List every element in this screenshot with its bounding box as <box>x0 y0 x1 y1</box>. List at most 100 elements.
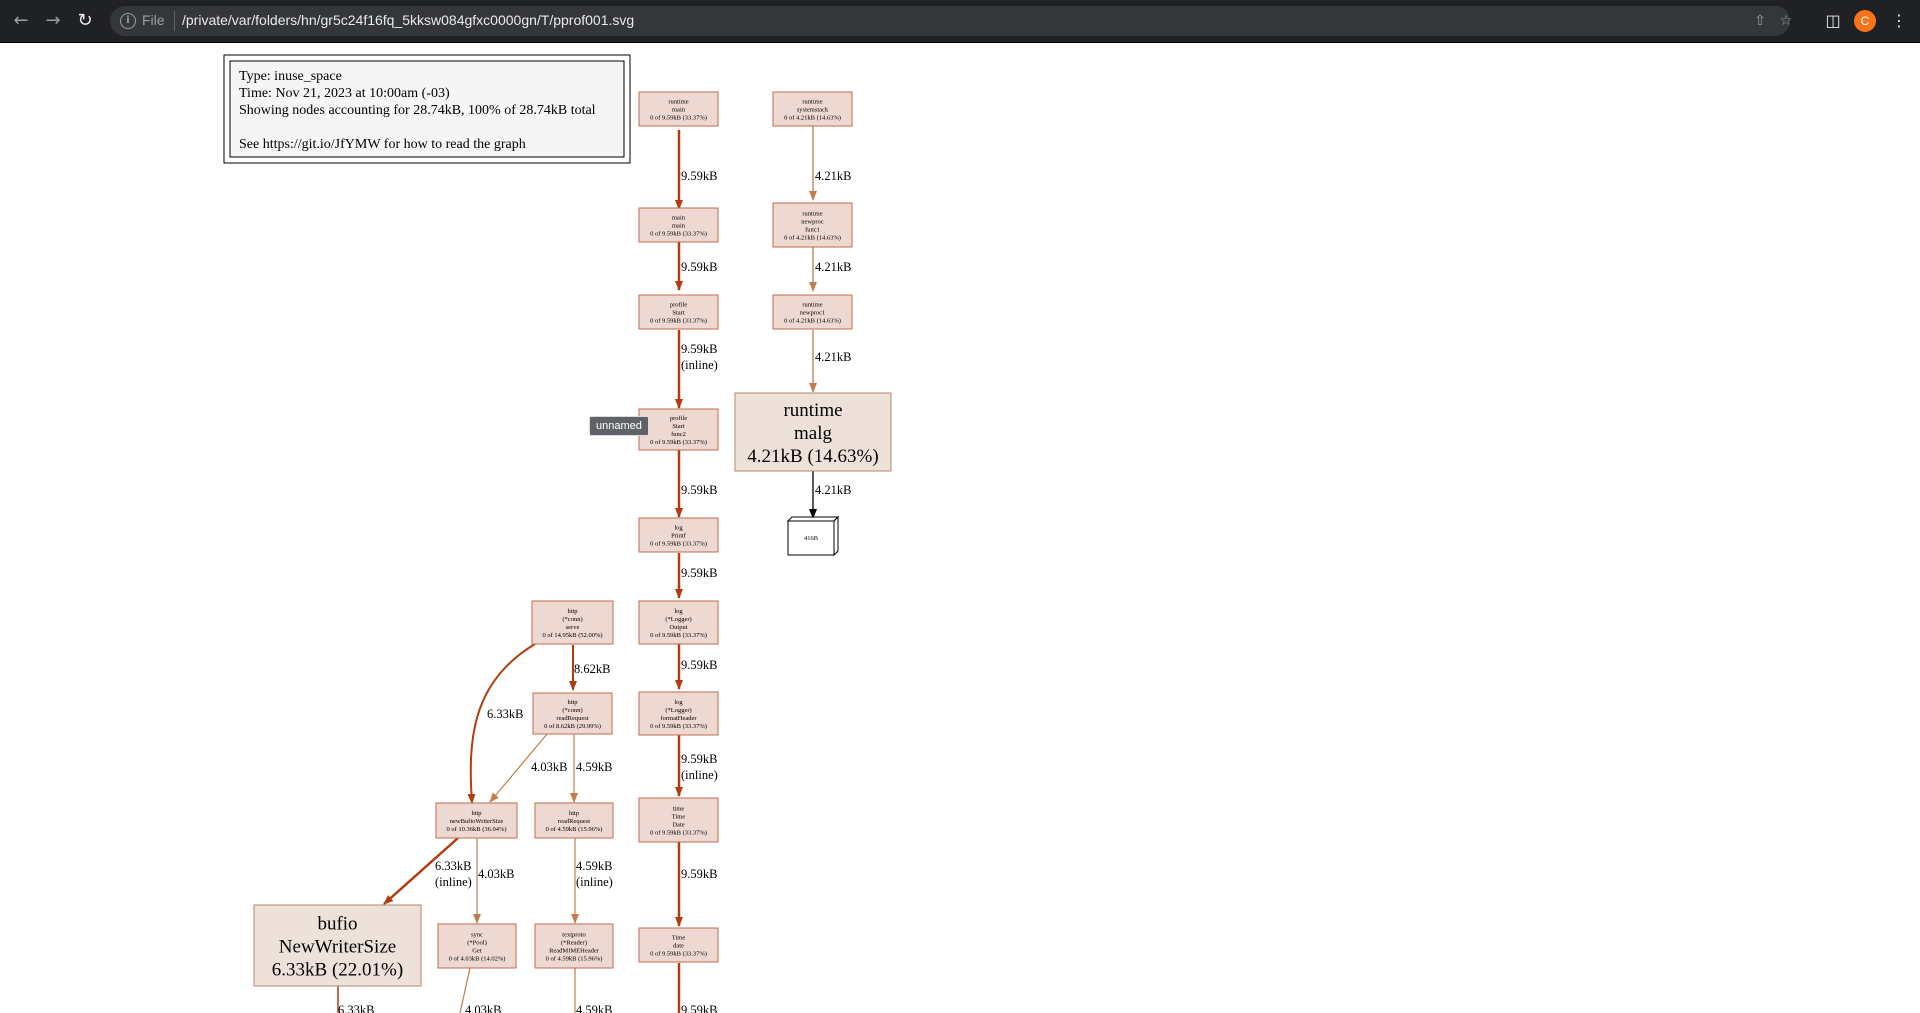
address-bar[interactable]: i File /private/var/folders/hn/gr5c24f16… <box>110 6 1792 36</box>
edge-label: 4.21kB <box>815 260 851 274</box>
share-icon[interactable]: ⇧ <box>1750 11 1770 31</box>
node-label-line: malg <box>794 423 832 444</box>
edge-serve-to-newbufiowritersize[interactable] <box>467 643 536 804</box>
node-label-line: date <box>673 942 684 949</box>
edge-label: 8.62kB <box>574 662 610 676</box>
edge-label-text: 6.33kB <box>435 859 471 873</box>
node-sync-pool-get[interactable]: sync(*Pool)Get0 of 4.03kB (14.02%) <box>437 923 517 969</box>
node-textproto-readmimeheader[interactable]: textproto(*Reader)ReadMIMEHeader0 of 4.5… <box>534 923 614 969</box>
node-profile-start[interactable]: profileStart0 of 9.59kB (33.37%) <box>638 294 719 330</box>
allocation-size-label: 416B <box>804 535 819 542</box>
edge-label-text: 4.59kB <box>576 760 612 774</box>
node-label-line: func2 <box>671 431 686 438</box>
node-label-line: 0 of 4.03kB (14.02%) <box>449 955 506 962</box>
node-label-line: readRequest <box>558 818 590 825</box>
node-label-line: runtime <box>802 98 822 105</box>
browser-toolbar: ← → ↻ i File /private/var/folders/hn/gr5… <box>0 0 1920 43</box>
node-label-line: textproto <box>562 931 585 938</box>
node-label-line: 0 of 9.59kB (33.37%) <box>650 950 707 957</box>
edge-label: 9.59kB <box>681 1003 717 1013</box>
profile-avatar[interactable]: C <box>1854 10 1876 32</box>
node-http-readrequest[interactable]: httpreadRequest0 of 4.59kB (15.96%) <box>534 802 614 839</box>
node-label-line: func1 <box>805 226 820 233</box>
reload-button[interactable]: ↻ <box>71 7 99 35</box>
kebab-menu-icon[interactable]: ⋮ <box>1886 8 1912 34</box>
edge-label: 4.03kB <box>531 760 567 774</box>
node-bufio-newwritersize[interactable]: bufioNewWriterSize 6.33kB (22.01%) <box>253 904 422 987</box>
edge-label-text: 4.59kB <box>576 1003 612 1013</box>
edge-label-text: 9.59kB <box>681 342 717 356</box>
arrow-right-icon: → <box>45 10 61 31</box>
back-button[interactable]: ← <box>7 7 35 35</box>
edge-label-text: 4.21kB <box>815 260 851 274</box>
edge-label-text: 6.33kB <box>487 707 523 721</box>
node-label-line: runtime <box>668 98 688 105</box>
edge-label: 4.21kB <box>815 350 851 364</box>
legend-showing: Showing nodes accounting for 28.74kB, 10… <box>239 103 596 118</box>
node-label-line: 0 of 4.59kB (15.96%) <box>546 826 603 833</box>
edge-label: 9.59kB (inline) <box>681 342 718 372</box>
node-label-line: (*conn) <box>562 616 582 623</box>
node-label-line: bufio <box>317 913 357 934</box>
legend-type: Type: inuse_space <box>239 69 342 84</box>
node-label-line: main <box>672 222 686 229</box>
side-panel-icon[interactable]: ◫ <box>1820 8 1846 34</box>
edge-label: 9.59kB <box>681 169 717 183</box>
edge-label-text: 4.21kB <box>815 350 851 364</box>
node-label-line: formatHeader <box>660 715 697 722</box>
node-label-line: 0 of 4.21kB (14.63%) <box>784 114 841 121</box>
edge-label-text: 9.59kB <box>681 1003 717 1013</box>
forward-button[interactable]: → <box>39 7 67 35</box>
edge-label-text: 4.03kB <box>531 760 567 774</box>
node-label-line: ReadMIMEHeader <box>549 947 600 954</box>
node-label-line: 0 of 9.59kB (33.37%) <box>650 230 707 237</box>
node-http-conn-readrequest[interactable]: http(*conn)readRequest0 of 8.62kB (29.99… <box>532 692 613 735</box>
node-runtime-systemstack[interactable]: runtimesystemstack0 of 4.21kB (14.63%) <box>772 91 853 127</box>
node-runtime-malg[interactable]: runtimemalg4.21kB (14.63%) <box>734 392 892 472</box>
node-log-printf[interactable]: logPrintf0 of 9.59kB (33.37%) <box>638 517 719 553</box>
node-log-formatheader[interactable]: log(*Logger)formatHeader0 of 9.59kB (33.… <box>638 691 719 736</box>
node-label-line: Output <box>669 624 687 631</box>
node-label-line: newproc1 <box>800 309 826 316</box>
edge-label-text: 9.59kB <box>681 260 717 274</box>
reload-icon: ↻ <box>77 10 93 31</box>
node-label-line: profile <box>670 415 687 422</box>
tooltip: unnamed <box>589 416 649 436</box>
edge-label: 4.03kB <box>478 867 514 881</box>
star-icon[interactable]: ☆ <box>1776 11 1796 31</box>
edge-label-text: 4.21kB <box>815 483 851 497</box>
node-runtime-newproc1[interactable]: runtimenewproc10 of 4.21kB (14.63%) <box>772 294 853 330</box>
node-time-date[interactable]: timeTimeDate0 of 9.59kB (33.37%) <box>638 797 719 843</box>
edge-label-text: 9.59kB <box>681 169 717 183</box>
info-icon[interactable]: i <box>120 13 136 29</box>
edge-label: 9.59kB <box>681 483 717 497</box>
edge-label-text: 4.03kB <box>465 1003 501 1013</box>
node-label-line: Start <box>672 309 684 316</box>
edge-label: 6.33kB (inline) <box>435 859 472 889</box>
node-main-main[interactable]: mainmain0 of 9.59kB (33.37%) <box>638 207 719 243</box>
url-text[interactable]: /private/var/folders/hn/gr5c24f16fq_5kks… <box>182 12 634 28</box>
node-label-line: 0 of 4.21kB (14.63%) <box>784 234 841 241</box>
node-label-line: log <box>674 699 683 706</box>
node-time-date-lower[interactable]: Timedate0 of 9.59kB (33.37%) <box>638 927 719 963</box>
edge-label-text: (inline) <box>681 358 718 372</box>
edge-label-text: 9.59kB <box>681 867 717 881</box>
node-malg-allocation-box[interactable]: 416B <box>786 515 840 557</box>
node-log-output[interactable]: log(*Logger)Output0 of 9.59kB (33.37%) <box>638 600 719 645</box>
edge-label: 9.59kB <box>681 566 717 580</box>
edge-label-text: 6.33kB <box>338 1003 374 1013</box>
scheme-label: File <box>142 12 165 28</box>
edge-label: 6.33kB <box>487 707 523 721</box>
node-label-line: runtime <box>802 210 822 217</box>
node-label-line: 0 of 9.59kB (33.37%) <box>650 723 707 730</box>
node-label-line: 0 of 4.59kB (15.96%) <box>546 955 603 962</box>
node-label-line: Time <box>672 813 686 820</box>
node-label-line: profile <box>670 301 687 308</box>
node-http-conn-serve[interactable]: http(*conn)serve0 of 14.95kB (52.00%) <box>531 600 614 645</box>
edge-label-text: 9.59kB <box>681 658 717 672</box>
node-http-newbufiowritersize[interactable]: httpnewBufioWriterSize0 of 10.36kB (36.0… <box>435 802 518 839</box>
node-runtime-newproc-func1[interactable]: runtimenewprocfunc10 of 4.21kB (14.63%) <box>772 202 853 248</box>
node-runtime-main[interactable]: runtimemain0 of 9.59kB (33.37%) <box>638 91 719 127</box>
node-profile-start-func2[interactable]: profileStartfunc20 of 9.59kB (33.37%) <box>638 408 719 451</box>
node-label-line: time <box>673 805 685 812</box>
